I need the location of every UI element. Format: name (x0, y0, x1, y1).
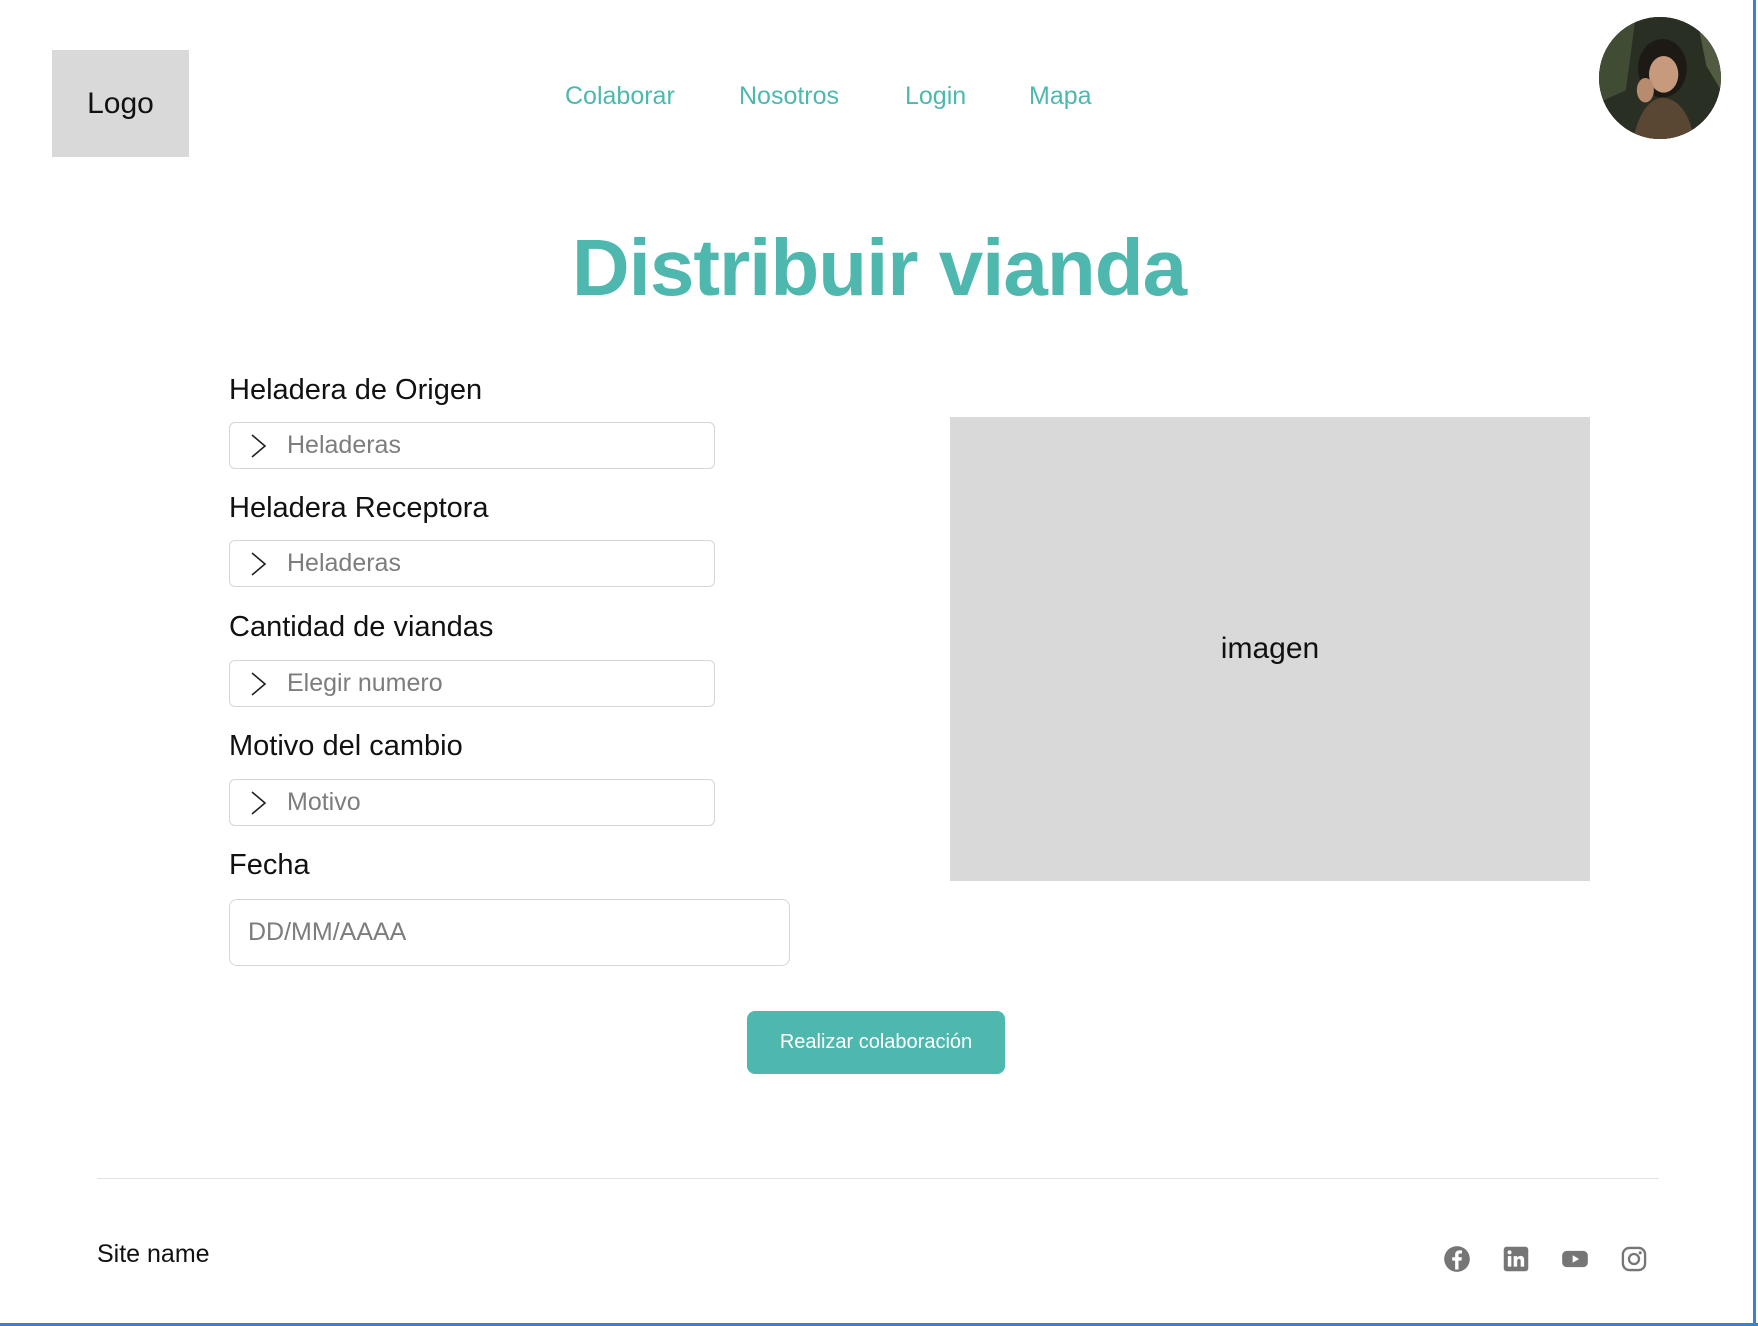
chevron-right-icon (251, 551, 267, 576)
avatar-photo (1599, 17, 1721, 139)
nav-link-colaborar[interactable]: Colaborar (565, 82, 675, 111)
motivo-cambio-select[interactable]: Motivo (229, 779, 715, 826)
field-label-heladera-receptora: Heladera Receptora (229, 492, 489, 524)
instagram-link[interactable] (1620, 1245, 1648, 1273)
chevron-right-icon (251, 790, 267, 815)
cantidad-viandas-select[interactable]: Elegir numero (229, 660, 715, 707)
field-label-motivo-cambio: Motivo del cambio (229, 730, 463, 762)
footer-divider (97, 1178, 1659, 1179)
nav-link-nosotros[interactable]: Nosotros (739, 82, 839, 111)
select-placeholder: Heladeras (287, 549, 401, 577)
instagram-icon (1621, 1246, 1647, 1272)
page-title: Distribuir vianda (571, 223, 1187, 312)
user-avatar[interactable] (1599, 17, 1721, 139)
youtube-link[interactable] (1561, 1245, 1589, 1273)
select-placeholder: Elegir numero (287, 669, 443, 697)
footer-site-name: Site name (97, 1240, 210, 1268)
chevron-right-icon (251, 671, 267, 696)
image-placeholder-label: imagen (1220, 632, 1320, 665)
image-placeholder: imagen (950, 417, 1590, 881)
linkedin-link[interactable] (1502, 1245, 1530, 1273)
heladera-origen-select[interactable]: Heladeras (229, 422, 715, 469)
facebook-link[interactable] (1443, 1245, 1471, 1273)
nav-link-login[interactable]: Login (905, 82, 966, 111)
facebook-icon (1444, 1246, 1470, 1272)
field-label-cantidad-viandas: Cantidad de viandas (229, 611, 494, 643)
chevron-right-icon (251, 433, 267, 458)
linkedin-icon (1503, 1246, 1529, 1272)
fecha-input[interactable]: DD/MM/AAAA (229, 899, 790, 966)
heladera-receptora-select[interactable]: Heladeras (229, 540, 715, 587)
date-placeholder: DD/MM/AAAA (248, 918, 407, 946)
window-frame-right (1753, 0, 1756, 1326)
main-nav: Colaborar Nosotros Login Mapa (0, 78, 1758, 122)
nav-link-mapa[interactable]: Mapa (1029, 82, 1092, 111)
youtube-icon (1562, 1250, 1588, 1268)
realizar-colaboracion-button[interactable]: Realizar colaboración (747, 1011, 1005, 1074)
field-label-heladera-origen: Heladera de Origen (229, 374, 483, 406)
field-label-fecha: Fecha (229, 849, 310, 881)
select-placeholder: Motivo (287, 788, 361, 816)
select-placeholder: Heladeras (287, 431, 401, 459)
